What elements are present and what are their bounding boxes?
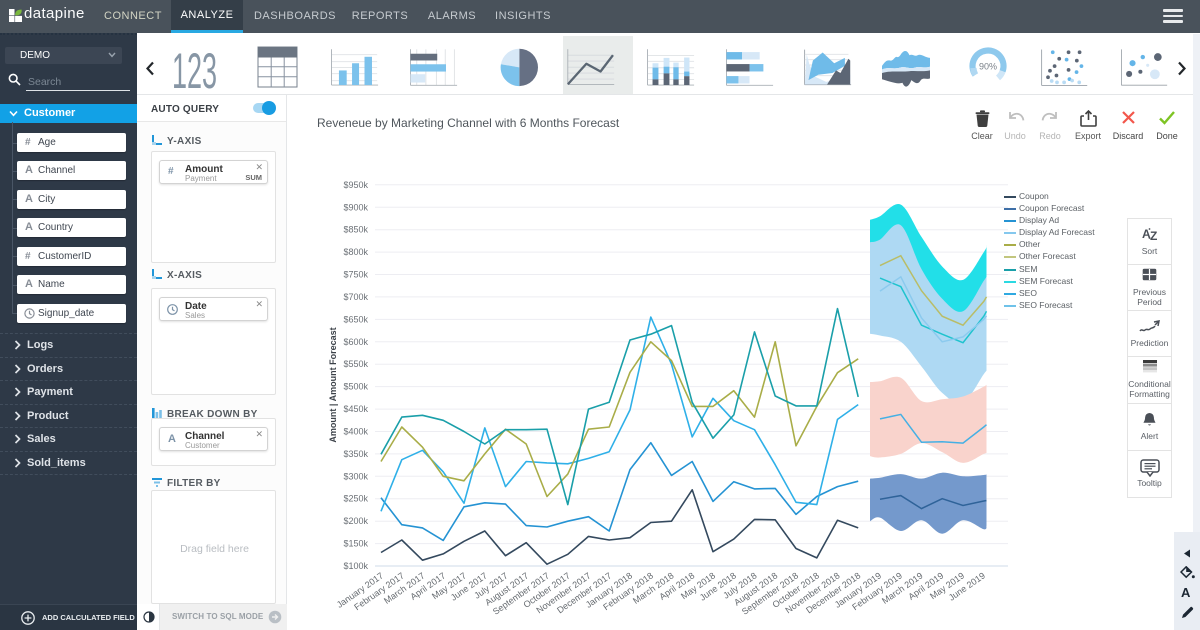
svg-text:Z: Z <box>1150 229 1157 240</box>
svg-text:$300k: $300k <box>343 471 368 481</box>
svg-text:$850k: $850k <box>343 225 368 235</box>
svg-text:$400k: $400k <box>343 427 368 437</box>
svg-text:$450k: $450k <box>343 404 368 414</box>
svg-text:$200k: $200k <box>343 516 368 526</box>
svg-text:$750k: $750k <box>343 270 368 280</box>
svg-text:$250k: $250k <box>343 494 368 504</box>
svg-text:$350k: $350k <box>343 449 368 459</box>
svg-text:$900k: $900k <box>343 202 368 212</box>
svg-text:90%: 90% <box>979 62 997 72</box>
svg-text:$700k: $700k <box>343 292 368 302</box>
svg-text:$950k: $950k <box>343 180 368 190</box>
svg-text:$800k: $800k <box>343 247 368 257</box>
svg-text:$650k: $650k <box>343 314 368 324</box>
svg-text:$500k: $500k <box>343 382 368 392</box>
svg-text:Amount | Amount Forecast: Amount | Amount Forecast <box>328 327 338 442</box>
svg-text:$100k: $100k <box>343 561 368 571</box>
svg-text:$150k: $150k <box>343 539 368 549</box>
svg-text:$550k: $550k <box>343 359 368 369</box>
svg-text:$600k: $600k <box>343 337 368 347</box>
